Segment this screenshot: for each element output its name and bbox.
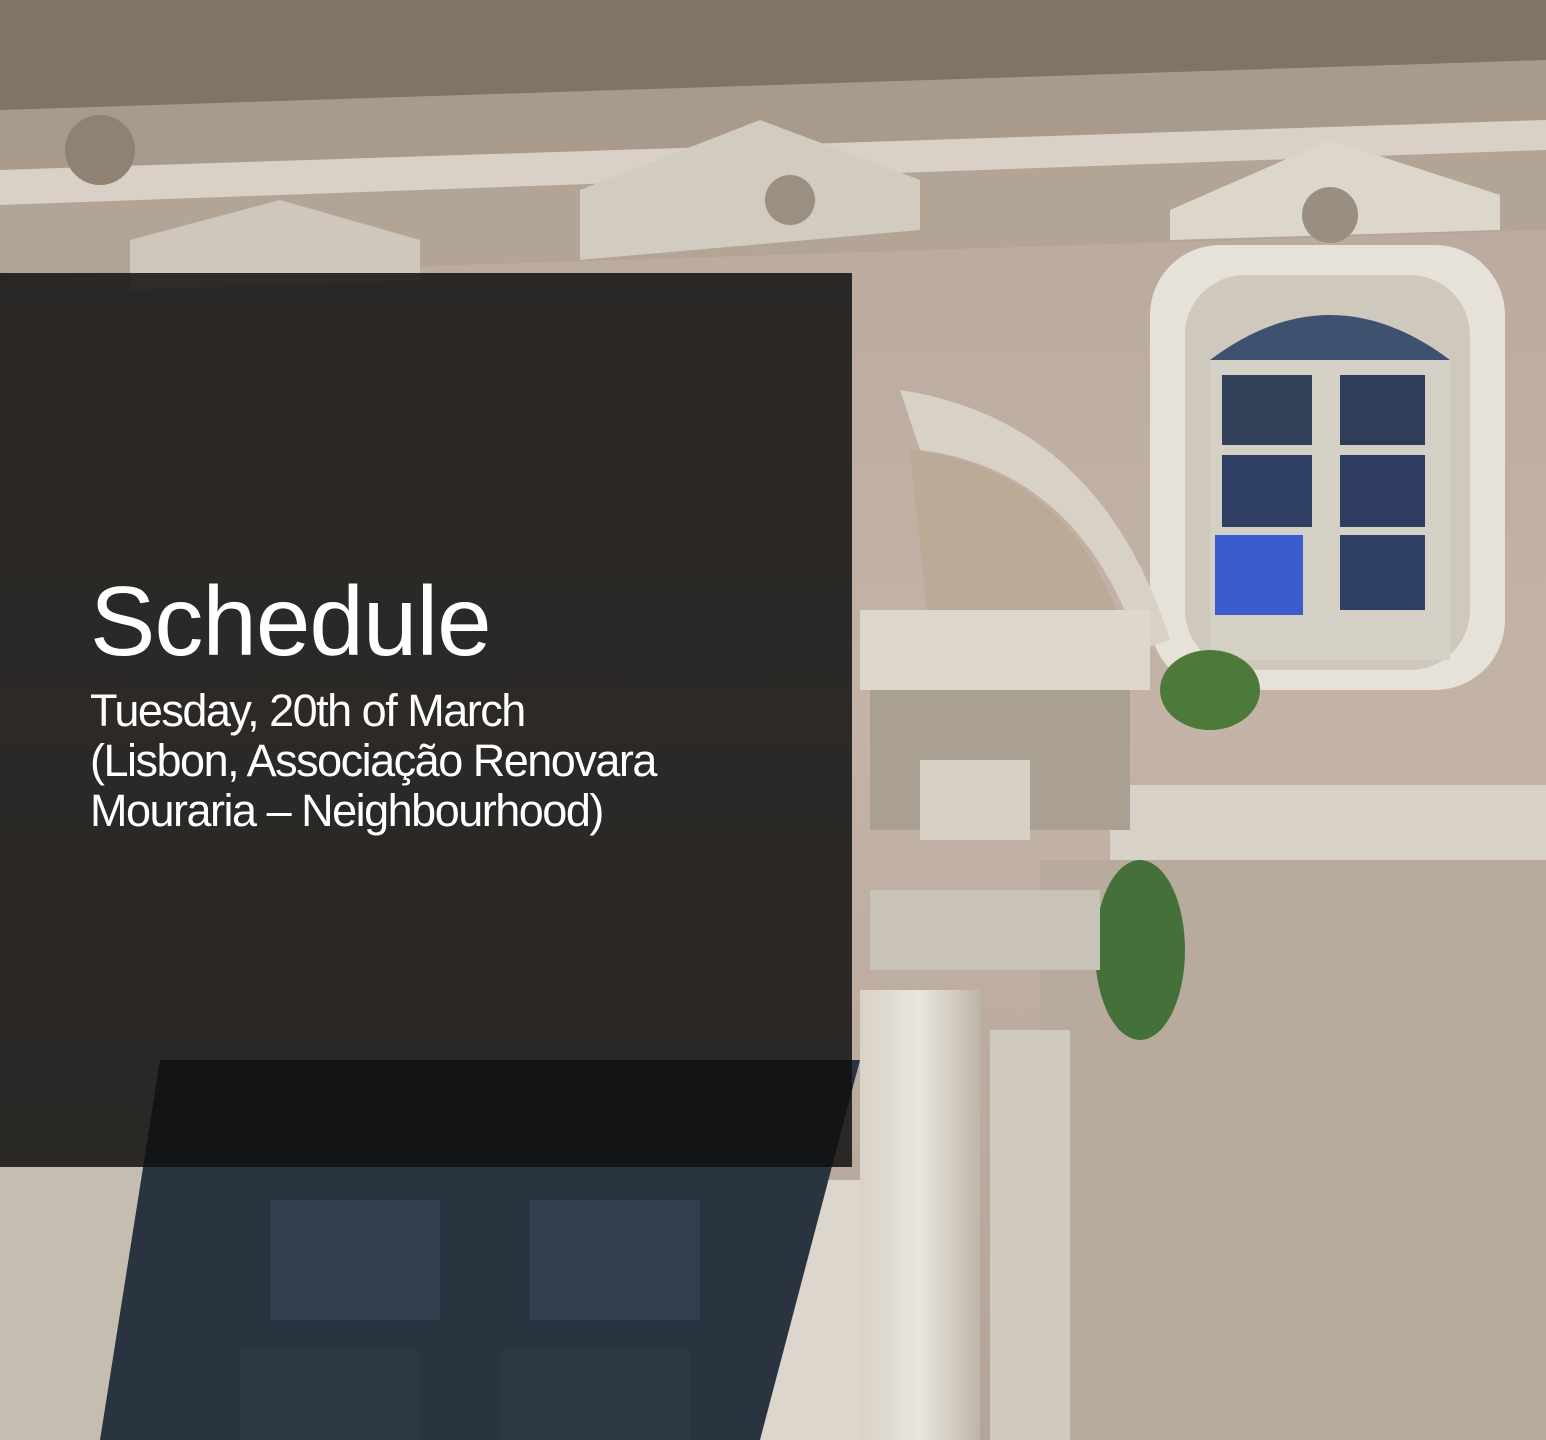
slide: Schedule Tuesday, 20th of March (Lisbon,… bbox=[0, 0, 1546, 1440]
subtitle-line-neighbourhood: Mouraria – Neighbourhood) bbox=[90, 785, 604, 836]
slide-subtitle: Tuesday, 20th of March (Lisbon, Associaç… bbox=[90, 686, 830, 836]
title-block: Schedule Tuesday, 20th of March (Lisbon,… bbox=[90, 566, 830, 836]
slide-title: Schedule bbox=[90, 566, 492, 676]
subtitle-line-date: Tuesday, 20th of March bbox=[90, 685, 526, 736]
subtitle-line-location: (Lisbon, Associação Renovara bbox=[90, 735, 657, 786]
